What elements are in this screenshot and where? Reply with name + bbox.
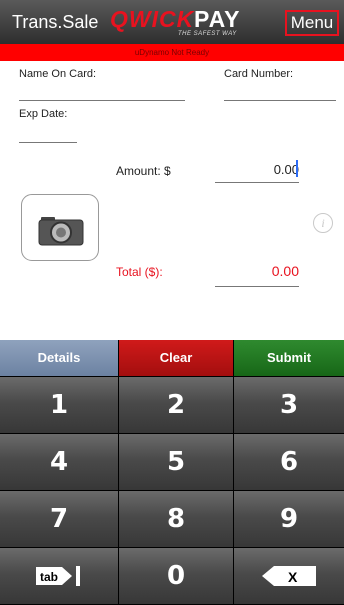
name-on-card-field[interactable] bbox=[19, 86, 185, 101]
key-2[interactable]: 2 bbox=[119, 377, 233, 433]
total-value: 0.00 bbox=[271, 263, 299, 279]
keypad: Details Clear Submit 1 2 3 4 5 6 7 8 9 t… bbox=[0, 340, 344, 605]
info-icon[interactable]: i bbox=[313, 213, 333, 233]
name-on-card-label: Name On Card: bbox=[19, 68, 97, 80]
logo-tagline: THE SAFEST WAY bbox=[178, 31, 237, 37]
card-number-label: Card Number: bbox=[224, 68, 294, 80]
key-3[interactable]: 3 bbox=[234, 377, 344, 433]
tab-key[interactable]: tab bbox=[0, 548, 118, 604]
amount-value: 0.00 bbox=[273, 162, 299, 177]
exp-date-field[interactable] bbox=[19, 128, 77, 143]
reader-status-bar: uDynamo Not Ready bbox=[0, 44, 344, 61]
card-number-field[interactable] bbox=[224, 86, 336, 101]
key-1[interactable]: 1 bbox=[0, 377, 118, 433]
backspace-key-label: X bbox=[288, 569, 298, 585]
key-6[interactable]: 6 bbox=[234, 434, 344, 490]
total-label: Total ($): bbox=[116, 265, 163, 279]
backspace-icon: X bbox=[262, 566, 316, 586]
qwickpay-logo: QWICK PAY THE SAFEST WAY bbox=[110, 6, 250, 40]
backspace-key[interactable]: X bbox=[234, 548, 344, 604]
header-bar: Trans.Sale QWICK PAY THE SAFEST WAY Menu bbox=[0, 0, 344, 44]
details-button[interactable]: Details bbox=[0, 340, 118, 376]
menu-button[interactable]: Menu bbox=[285, 10, 339, 36]
tab-key-label: tab bbox=[40, 570, 58, 584]
camera-icon bbox=[38, 217, 84, 246]
logo-brand-pay: PAY bbox=[194, 6, 241, 32]
text-cursor bbox=[296, 160, 298, 177]
key-9[interactable]: 9 bbox=[234, 491, 344, 547]
exp-date-label: Exp Date: bbox=[19, 108, 68, 120]
key-7[interactable]: 7 bbox=[0, 491, 118, 547]
key-5[interactable]: 5 bbox=[119, 434, 233, 490]
submit-button[interactable]: Submit bbox=[234, 340, 344, 376]
clear-button[interactable]: Clear bbox=[119, 340, 233, 376]
tab-icon: tab bbox=[36, 566, 80, 586]
amount-label: Amount: $ bbox=[116, 164, 171, 178]
key-8[interactable]: 8 bbox=[119, 491, 233, 547]
logo-brand-qwick: QWICK bbox=[110, 6, 195, 32]
camera-button[interactable] bbox=[21, 194, 99, 261]
key-4[interactable]: 4 bbox=[0, 434, 118, 490]
page-title: Trans.Sale bbox=[12, 12, 99, 32]
key-0[interactable]: 0 bbox=[119, 548, 233, 604]
